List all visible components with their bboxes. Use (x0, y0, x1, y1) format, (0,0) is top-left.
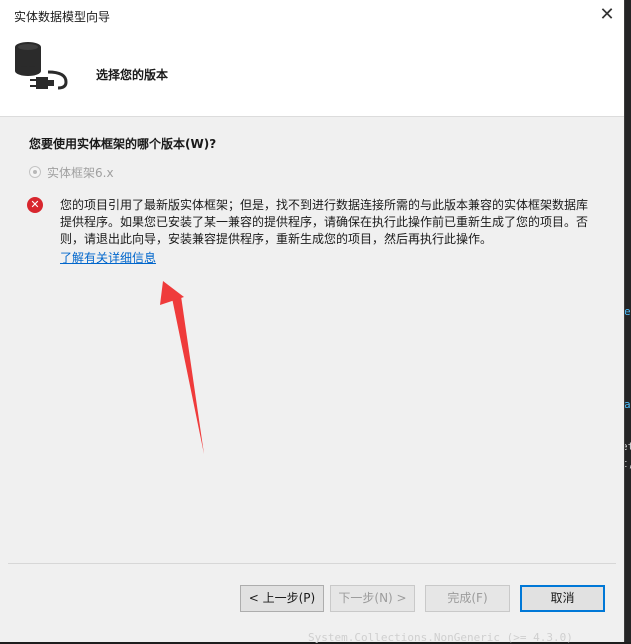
close-icon: ✕ (599, 4, 615, 25)
error-line: 提供程序。如果您已安装了某一兼容的提供程序，请确保在执行此操作前已重新生成了您的… (60, 215, 589, 229)
window-title: 实体数据模型向导 (14, 10, 111, 24)
database-plug-icon (15, 42, 68, 90)
error-icon: ✕ (27, 197, 43, 213)
radio-ef6[interactable]: 实体框架6.x (29, 164, 114, 180)
entity-data-model-wizard: 实体数据模型向导 ✕ 选择您的版本 您要使用实体框架的哪个版本(W)? 实体框架… (0, 0, 625, 642)
learn-more-link[interactable]: 了解有关详细信息 (60, 249, 156, 266)
version-question: 您要使用实体框架的哪个版本(W)? (29, 137, 217, 151)
page-title: 选择您的版本 (96, 68, 169, 82)
cancel-button[interactable]: 取消 (520, 585, 605, 612)
finish-button[interactable]: 完成(F) (425, 585, 510, 612)
error-message: 您的项目引用了最新版实体框架；但是，找不到进行数据连接所需的与此版本兼容的实体框… (60, 197, 590, 248)
radio-button-icon (29, 166, 41, 178)
footer-divider (8, 563, 616, 564)
error-line: 您的项目引用了最新版实体框架；但是，找不到进行数据连接所需的与此版本兼容的实体框… (60, 198, 589, 212)
title-bar: 实体数据模型向导 ✕ (0, 0, 624, 30)
background-fragment: System.Collections.NonGeneric (>= 4.3.0) (308, 631, 573, 644)
wizard-header: 选择您的版本 (0, 30, 624, 117)
close-button[interactable]: ✕ (592, 3, 622, 27)
back-button[interactable]: < 上一步(P) (240, 585, 324, 612)
error-line: 则，请退出此向导，安装兼容提供程序，重新生成您的项目，然后再执行此操作。 (60, 232, 493, 246)
radio-label: 实体框架6.x (47, 165, 114, 180)
next-button[interactable]: 下一步(N) > (330, 585, 415, 612)
